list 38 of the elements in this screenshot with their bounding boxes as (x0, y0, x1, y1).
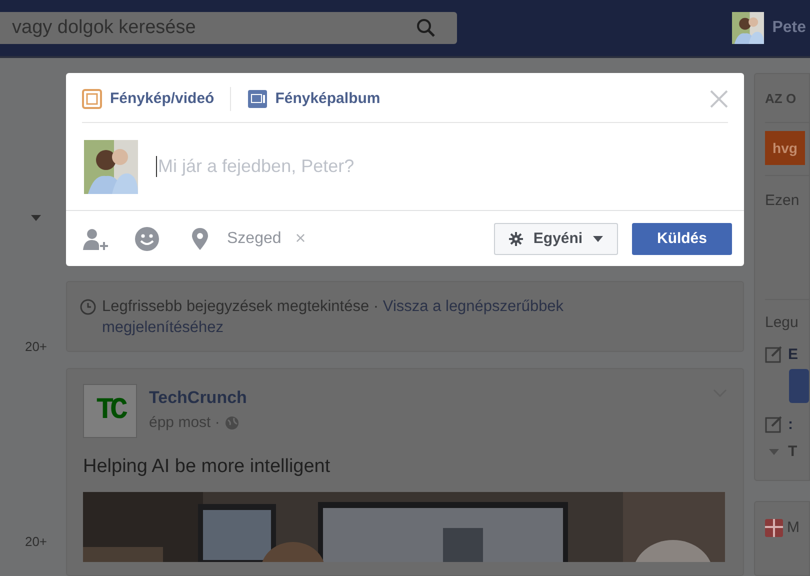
globe-icon (224, 416, 239, 430)
close-button[interactable] (710, 90, 728, 108)
avatar (732, 12, 764, 44)
search-field[interactable]: vagy dolgok keresése (0, 12, 395, 44)
caret-icon (31, 215, 41, 221)
tag-friends-button[interactable] (81, 226, 109, 251)
search-button[interactable] (395, 12, 457, 44)
edit-icon (765, 415, 783, 433)
remove-location-button[interactable]: × (295, 228, 306, 250)
clock-icon (80, 299, 96, 316)
post-text: Helping AI be more intelligent (83, 456, 332, 478)
composer-tab[interactable]: Fénykép/videó (82, 88, 214, 108)
edit-icon (765, 345, 783, 363)
person-add-icon (81, 226, 109, 251)
page-logo: hvg (765, 131, 805, 165)
gear-icon (509, 232, 524, 246)
author-name[interactable]: TechCrunch (149, 388, 247, 408)
feed-sort-notice: Legfrissebb bejegyzések megtekintése · Vissza a legnépszerűbbek megjelenítéséhez (102, 297, 565, 338)
count-label: 20+ (24, 534, 48, 549)
privacy-dropdown[interactable]: Egyéni (494, 222, 618, 255)
composer-tab[interactable]: Fényképalbum (247, 88, 380, 108)
location-button[interactable] (191, 226, 209, 251)
list-item[interactable]: : (788, 416, 793, 432)
page-logo: TC (83, 384, 137, 438)
post-button[interactable]: Küldés (632, 222, 732, 255)
gift-icon (765, 519, 783, 538)
smiley-icon (135, 226, 159, 251)
image-icon (82, 88, 102, 108)
location-label: Szeged (227, 230, 282, 248)
user-name[interactable]: Pete (772, 19, 806, 37)
search-icon (416, 18, 436, 38)
close-icon (710, 90, 728, 108)
feeling-button[interactable] (135, 226, 159, 251)
caret-icon (592, 236, 603, 242)
count-label: 20+ (24, 339, 48, 354)
album-icon (247, 88, 268, 108)
list-item[interactable]: E (788, 346, 798, 362)
pin-icon (191, 226, 209, 251)
